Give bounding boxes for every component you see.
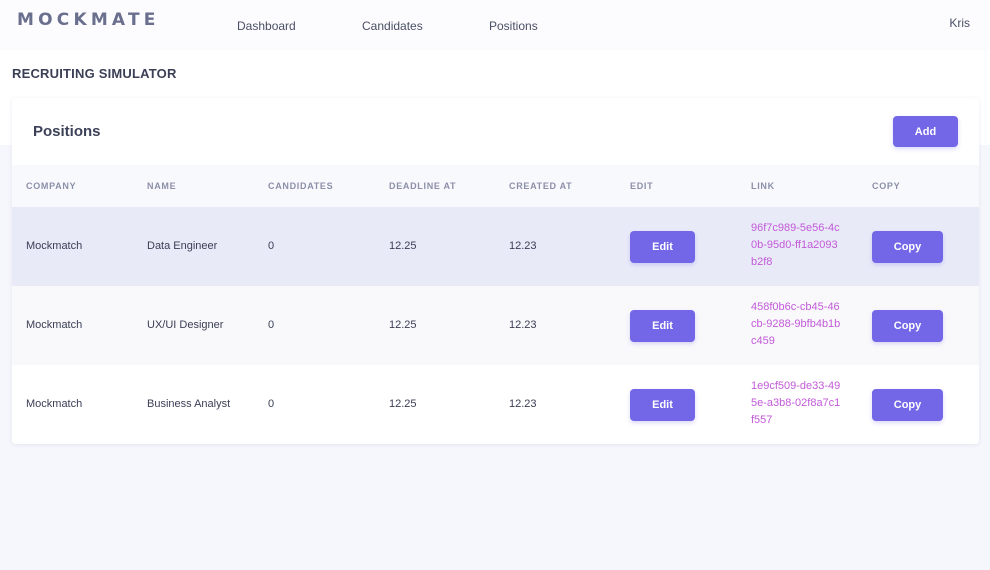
header-name: NAME (147, 181, 177, 191)
table-row: Mockmatch Business Analyst 0 12.25 12.23… (12, 365, 979, 444)
header-copy: COPY (872, 181, 901, 191)
edit-button[interactable]: Edit (630, 310, 695, 342)
name-cell: Data Engineer (147, 240, 218, 252)
position-link[interactable]: 458f0b6c-cb45-46cb-9288-9bfb4b1bc459 (751, 299, 841, 350)
nav-dashboard[interactable]: Dashboard (237, 19, 296, 33)
position-link[interactable]: 1e9cf509-de33-495e-a3b8-02f8a7c1f557 (751, 378, 841, 429)
edit-button[interactable]: Edit (630, 389, 695, 421)
card-title: Positions (33, 123, 101, 140)
brand-logo[interactable]: MOCKMATE (17, 10, 160, 30)
top-navbar: MOCKMATE Dashboard Candidates Positions … (0, 0, 990, 50)
header-candidates: CANDIDATES (268, 181, 334, 191)
header-deadline: DEADLINE AT (389, 181, 457, 191)
position-link[interactable]: 96f7c989-5e56-4c0b-95d0-ff1a2093b2f8 (751, 220, 841, 271)
page-title: RECRUITING SIMULATOR (12, 66, 177, 81)
header-company: COMPANY (26, 181, 77, 191)
header-created: CREATED AT (509, 181, 573, 191)
deadline-cell: 12.25 (389, 319, 417, 331)
user-menu[interactable]: Kris (949, 16, 970, 30)
candidates-cell: 0 (268, 319, 275, 331)
company-cell: Mockmatch (26, 319, 83, 331)
created-cell: 12.23 (509, 240, 537, 252)
candidates-cell: 0 (268, 240, 275, 252)
created-cell: 12.23 (509, 398, 537, 410)
table-row: Mockmatch UX/UI Designer 0 12.25 12.23 E… (12, 286, 979, 365)
name-cell: Business Analyst (147, 398, 231, 410)
copy-button[interactable]: Copy (872, 231, 943, 263)
copy-button[interactable]: Copy (872, 389, 943, 421)
table-row: Mockmatch Data Engineer 0 12.25 12.23 Ed… (12, 207, 979, 286)
header-edit: EDIT (630, 181, 654, 191)
add-position-button[interactable]: Add (893, 116, 958, 147)
edit-button[interactable]: Edit (630, 231, 695, 263)
deadline-cell: 12.25 (389, 398, 417, 410)
company-cell: Mockmatch (26, 398, 83, 410)
copy-button[interactable]: Copy (872, 310, 943, 342)
nav-positions[interactable]: Positions (489, 19, 538, 33)
deadline-cell: 12.25 (389, 240, 417, 252)
created-cell: 12.23 (509, 319, 537, 331)
table-header: COMPANY NAME CANDIDATES DEADLINE AT CREA… (12, 165, 979, 207)
header-link: LINK (751, 181, 775, 191)
name-cell: UX/UI Designer (147, 319, 224, 331)
candidates-cell: 0 (268, 398, 275, 410)
nav-candidates[interactable]: Candidates (362, 19, 423, 33)
positions-card: Positions Add COMPANY NAME CANDIDATES DE… (12, 98, 979, 444)
company-cell: Mockmatch (26, 240, 83, 252)
